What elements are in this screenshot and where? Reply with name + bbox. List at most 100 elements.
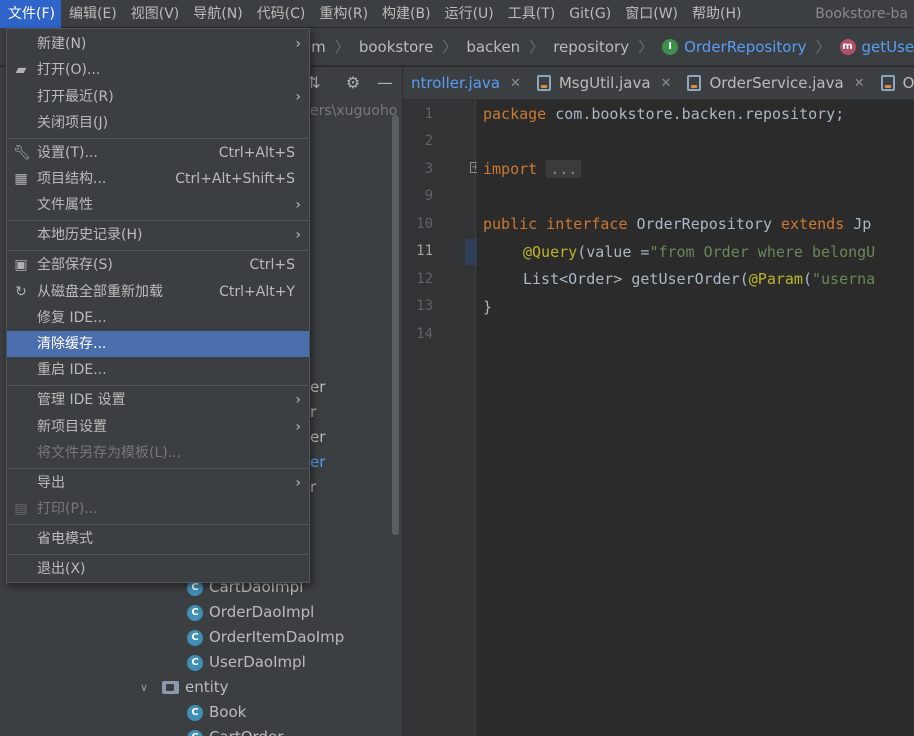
menu-navigate[interactable]: 导航(N): [185, 0, 248, 28]
menu-item-label: 关闭项目(J): [37, 115, 109, 131]
code-editor[interactable]: package com.bookstore.backen.repository;…: [477, 100, 914, 736]
menu-item-manage-ide-settings[interactable]: 管理 IDE 设置 ›: [7, 387, 309, 413]
menu-item-label: 从磁盘全部重新加载: [37, 284, 163, 300]
line-number: 2: [424, 133, 433, 149]
tab-order-partial[interactable]: Or: [873, 67, 914, 99]
menu-separator: [8, 220, 308, 221]
breadcrumb-item[interactable]: bookstore: [359, 38, 434, 56]
menu-item-open-recent[interactable]: 打开最近(R) ›: [7, 84, 309, 110]
menu-item-label: 导出: [37, 475, 65, 491]
class-icon: C: [187, 704, 203, 721]
chevron-down-icon[interactable]: ∨: [140, 675, 154, 700]
menu-item-save-all[interactable]: ▣ 全部保存(S) Ctrl+S: [7, 252, 309, 278]
close-icon[interactable]: ✕: [510, 76, 521, 91]
tree-item-class[interactable]: C CartOrder: [187, 725, 283, 736]
menu-item-restart-ide[interactable]: 重启 IDE...: [7, 357, 309, 383]
chevron-right-icon: ›: [295, 475, 301, 491]
menu-item-settings[interactable]: 🔧︎ 设置(T)... Ctrl+Alt+S: [7, 140, 309, 166]
line-number: 10: [416, 216, 433, 232]
tree-item-partial[interactable]: r: [310, 400, 316, 425]
class-icon: C: [187, 629, 203, 646]
tree-item-class[interactable]: C OrderDaoImpl: [187, 600, 314, 625]
menu-help[interactable]: 帮助(H): [684, 0, 747, 28]
tab-controller[interactable]: ntroller.java ✕: [403, 67, 529, 99]
folder-open-icon: ▰: [15, 62, 27, 78]
menu-item-local-history[interactable]: 本地历史记录(H) ›: [7, 222, 309, 248]
menu-item-file-properties[interactable]: 文件属性 ›: [7, 192, 309, 218]
project-structure-icon: ▦: [14, 171, 28, 187]
wrench-icon: 🔧︎: [13, 145, 31, 161]
menu-view[interactable]: 视图(V): [123, 0, 186, 28]
menu-code[interactable]: 代码(C): [249, 0, 312, 28]
window-title: Bookstore-ba: [815, 5, 908, 22]
menu-item-export[interactable]: 导出 ›: [7, 470, 309, 496]
tree-item-class[interactable]: C OrderItemDaoImp: [187, 625, 344, 650]
tree-item-partial[interactable]: er: [310, 375, 325, 400]
class-icon: C: [187, 654, 203, 671]
code-line: package com.bookstore.backen.repository;: [483, 102, 844, 126]
tree-item-partial[interactable]: er: [310, 425, 325, 450]
close-icon[interactable]: ✕: [661, 76, 672, 91]
code-token: }: [483, 298, 493, 316]
menu-item-project-structure[interactable]: ▦ 项目结构... Ctrl+Alt+Shift+S: [7, 166, 309, 192]
class-icon: C: [187, 604, 203, 621]
menu-git[interactable]: Git(G): [561, 0, 617, 28]
code-token: interface: [546, 215, 628, 233]
menu-item-new-project-settings[interactable]: 新项目设置 ›: [7, 414, 309, 440]
menu-item-label: 新建(N): [37, 36, 87, 52]
menu-build[interactable]: 构建(B): [374, 0, 437, 28]
breadcrumb-interface-label: OrderRepository: [684, 37, 807, 56]
breadcrumb-item[interactable]: backen: [466, 38, 520, 56]
menu-item-label: 文件属性: [37, 197, 93, 213]
code-token: "userna: [812, 270, 876, 288]
chevron-right-icon: ›: [295, 392, 301, 408]
menu-item-reload-all[interactable]: ↻ 从磁盘全部重新加载 Ctrl+Alt+Y: [7, 279, 309, 305]
code-token: (value =: [577, 243, 650, 261]
code-token: @Query: [523, 243, 578, 261]
folded-imports[interactable]: ...: [546, 160, 582, 178]
project-scrollbar[interactable]: [392, 115, 399, 535]
menu-item-label: 设置(T)...: [37, 145, 98, 161]
tree-item-class[interactable]: C UserDaoImpl: [187, 650, 306, 675]
tree-item-class[interactable]: C Book: [187, 700, 246, 725]
hide-icon[interactable]: —: [375, 73, 395, 93]
tab-label: OrderService.java: [709, 74, 844, 92]
menu-item-invalidate-caches[interactable]: 清除缓存...: [7, 331, 309, 357]
file-menu-dropdown: 新建(N) › ▰ 打开(O)... 打开最近(R) › 关闭项目(J) 🔧︎ …: [6, 28, 310, 583]
tree-item-partial[interactable]: er: [310, 450, 325, 475]
menu-run[interactable]: 运行(U): [437, 0, 500, 28]
menu-item-shortcut: Ctrl+Alt+Shift+S: [175, 171, 295, 187]
menu-item-power-save-mode[interactable]: 省电模式: [7, 526, 309, 552]
menu-separator: [8, 138, 308, 139]
tree-item-partial[interactable]: r: [310, 475, 316, 500]
chevron-right-icon: ›: [295, 197, 301, 213]
gear-icon[interactable]: ⚙: [343, 73, 363, 93]
tab-label: Or: [902, 74, 914, 92]
menu-bar: 文件(F) 编辑(E) 视图(V) 导航(N) 代码(C) 重构(R) 构建(B…: [0, 0, 914, 28]
menu-item-close-project[interactable]: 关闭项目(J): [7, 110, 309, 136]
menu-separator: [8, 468, 308, 469]
tab-msgutil[interactable]: MsgUtil.java ✕: [529, 67, 680, 99]
menu-item-open[interactable]: ▰ 打开(O)...: [7, 57, 309, 83]
tree-item-package[interactable]: ∨ entity: [140, 675, 229, 700]
menu-refactor[interactable]: 重构(R): [311, 0, 374, 28]
menu-item-label: 退出(X): [37, 561, 86, 577]
menu-file[interactable]: 文件(F): [0, 0, 61, 28]
code-token: import: [483, 160, 538, 178]
breadcrumb-method[interactable]: m getUserOrder: [839, 38, 914, 56]
print-icon: ▤: [14, 501, 28, 517]
chevron-right-icon: 〉: [529, 38, 545, 56]
tab-orderservice[interactable]: OrderService.java ✕: [679, 67, 872, 99]
menu-item-repair-ide[interactable]: 修复 IDE...: [7, 305, 309, 331]
tree-item-label: UserDaoImpl: [209, 653, 306, 671]
menu-item-label: 项目结构...: [37, 171, 107, 187]
menu-tools[interactable]: 工具(T): [500, 0, 561, 28]
menu-window[interactable]: 窗口(W): [617, 0, 684, 28]
breadcrumb-interface[interactable]: I OrderRepository: [662, 38, 806, 56]
breadcrumb-item[interactable]: repository: [553, 38, 629, 56]
menu-item-new[interactable]: 新建(N) ›: [7, 31, 309, 57]
menu-item-exit[interactable]: 退出(X): [7, 556, 309, 582]
close-icon[interactable]: ✕: [854, 76, 865, 91]
menu-edit[interactable]: 编辑(E): [61, 0, 123, 28]
line-number-gutter: 1 2 3 9 10 11 12 13 14: [403, 100, 476, 736]
